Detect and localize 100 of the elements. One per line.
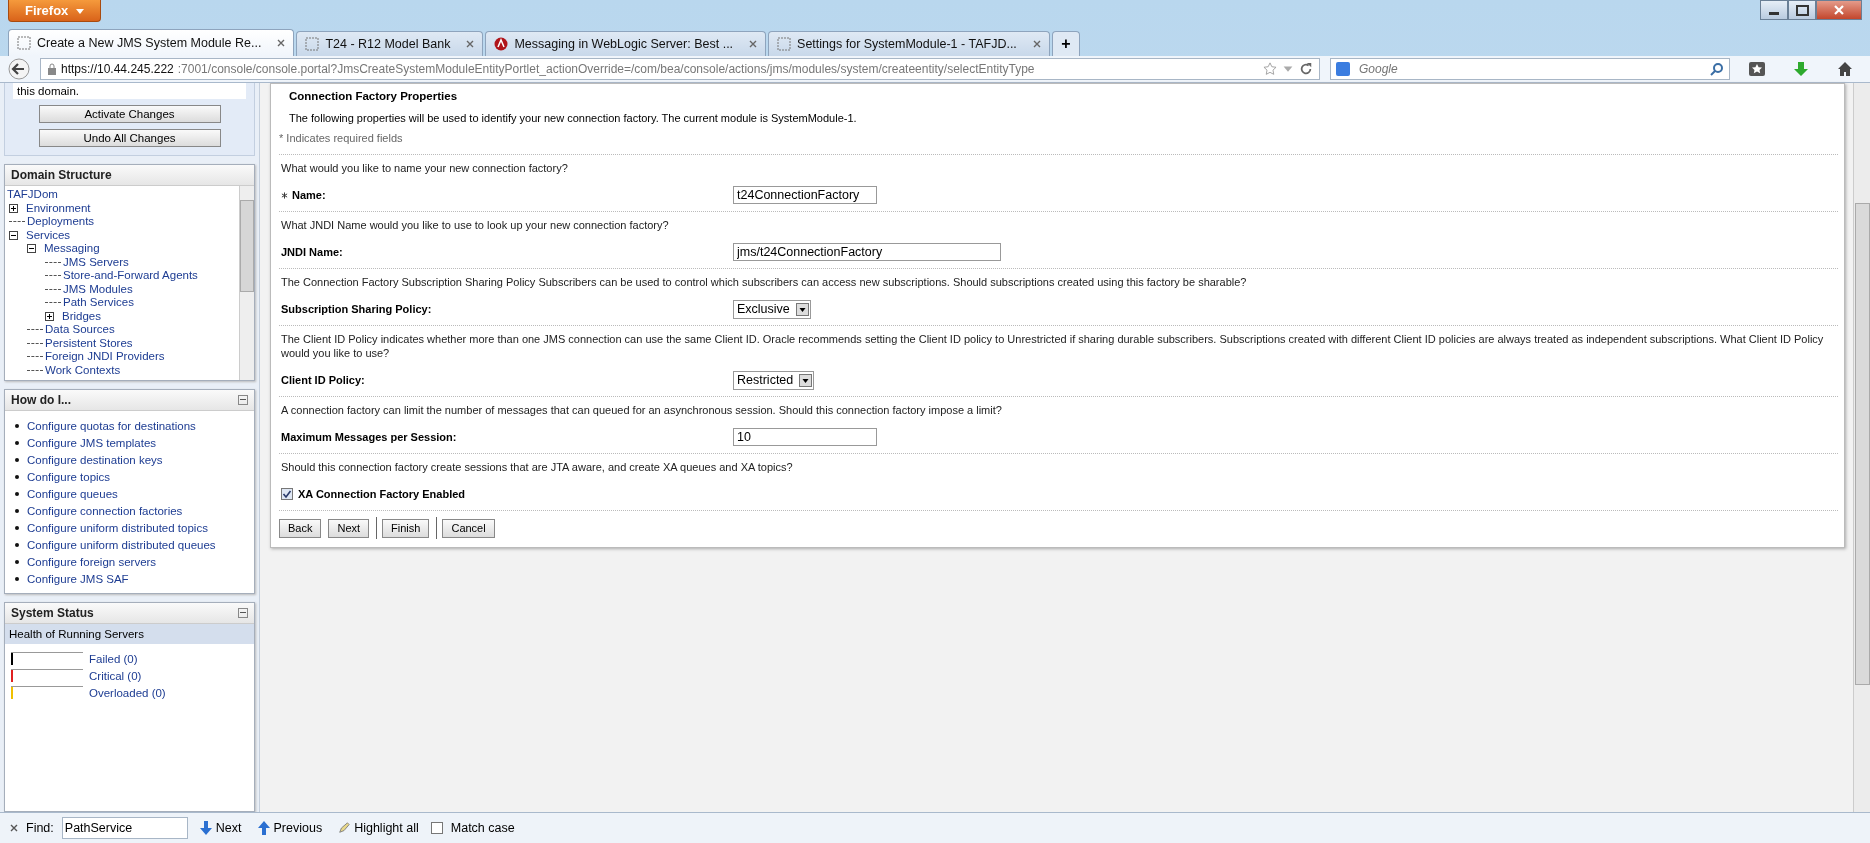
- address-bar[interactable]: https://10.44.245.222 :7001/console/console.portal?JmsCreateSystemModuleEntityPortlet_actionOverride=/com/bea/console/actions/jms/modules/system/createentity/selectEntityType: [40, 58, 1320, 80]
- star-icon[interactable]: [1263, 62, 1277, 76]
- field-label: XA Connection Factory Enabled: [298, 488, 466, 500]
- close-tab-icon[interactable]: [1032, 40, 1041, 48]
- checkbox[interactable]: [281, 488, 293, 500]
- arrow-up-icon: [257, 821, 270, 835]
- maximize-button[interactable]: [1788, 0, 1816, 20]
- tree-item[interactable]: Deployments: [27, 215, 95, 229]
- close-button[interactable]: [1816, 0, 1862, 20]
- find-field[interactable]: PathService: [61, 817, 188, 839]
- help-link[interactable]: Configure JMS templates: [27, 436, 157, 449]
- back-icon[interactable]: [8, 58, 30, 80]
- minimize-button[interactable]: [1760, 0, 1788, 20]
- tree-item[interactable]: Store-and-Forward Agents: [63, 269, 198, 283]
- tree-item[interactable]: Environment: [26, 201, 91, 215]
- page-icon: [777, 37, 792, 51]
- bullet-icon: [15, 508, 19, 513]
- tree-item[interactable]: TAFJDom: [7, 188, 58, 200]
- close-tab-icon[interactable]: [466, 40, 475, 48]
- field-label: JNDI Name:: [281, 246, 343, 258]
- text-field[interactable]: jms/t24ConnectionFactory: [733, 243, 1001, 261]
- tree-item[interactable]: Bridges: [62, 309, 101, 323]
- tree-toggle-icon[interactable]: [27, 244, 36, 254]
- help-link[interactable]: Configure destination keys: [27, 453, 163, 466]
- form-button[interactable]: Cancel: [442, 518, 495, 538]
- form-title: Connection Factory Properties: [288, 89, 459, 102]
- close-icon[interactable]: [10, 824, 18, 832]
- browser-tab[interactable]: Messaging in WebLogic Server: Best ...: [485, 31, 767, 56]
- search-field[interactable]: Google: [1330, 58, 1730, 80]
- dropdown[interactable]: Restricted: [733, 370, 815, 390]
- caret-icon: [799, 373, 813, 387]
- new-tab-button[interactable]: +: [1051, 31, 1080, 56]
- pen-icon: [338, 821, 351, 835]
- bullet-icon: [15, 474, 19, 479]
- home-icon[interactable]: [1836, 61, 1854, 77]
- collapse-icon[interactable]: [238, 608, 248, 618]
- bookmarks-icon[interactable]: [1748, 61, 1766, 77]
- bullet-icon: [15, 491, 19, 496]
- tree-item[interactable]: Data Sources: [45, 323, 115, 337]
- field-label: Name:: [292, 189, 326, 201]
- tree-item[interactable]: Persistent Stores: [45, 336, 133, 350]
- browser-tab[interactable]: Settings for SystemModule-1 - TAFJD...: [768, 31, 1050, 56]
- close-tab-icon[interactable]: [277, 39, 286, 47]
- bullet-icon: [15, 457, 19, 462]
- health-link[interactable]: Critical (0): [89, 669, 142, 682]
- help-link[interactable]: Configure queues: [27, 487, 118, 500]
- highlight-all-button[interactable]: Highlight all: [334, 821, 423, 835]
- help-link[interactable]: Configure uniform distributed topics: [27, 521, 208, 534]
- page-scrollbar[interactable]: [1853, 83, 1870, 812]
- checkbox[interactable]: [430, 822, 443, 834]
- help-link[interactable]: Configure JMS SAF: [27, 572, 129, 585]
- help-link[interactable]: Configure quotas for destinations: [27, 419, 196, 432]
- form-button[interactable]: Back: [279, 518, 322, 538]
- change-button[interactable]: Activate Changes: [38, 105, 221, 123]
- tree-toggle-icon[interactable]: [9, 230, 18, 240]
- reload-icon[interactable]: [1299, 62, 1313, 76]
- change-button[interactable]: Undo All Changes: [38, 129, 221, 147]
- search-icon[interactable]: [1710, 62, 1724, 76]
- form-button[interactable]: Finish: [382, 518, 430, 538]
- dropdown[interactable]: Exclusive: [733, 299, 811, 319]
- tree-item[interactable]: JMS Modules: [63, 282, 133, 296]
- tree-item[interactable]: JMS Servers: [63, 255, 129, 269]
- close-tab-icon[interactable]: [749, 40, 758, 48]
- help-link[interactable]: Configure connection factories: [27, 504, 183, 517]
- tree-item[interactable]: Path Services: [63, 296, 134, 310]
- health-link[interactable]: Overloaded (0): [89, 686, 166, 699]
- tree-item[interactable]: Foreign JNDI Providers: [45, 350, 165, 364]
- field-label: Client ID Policy:: [281, 374, 365, 386]
- download-icon[interactable]: [1792, 61, 1810, 77]
- tree-toggle-icon[interactable]: [9, 203, 18, 213]
- previous-button[interactable]: Previous: [253, 821, 327, 835]
- panel-title: Domain Structure: [5, 165, 254, 186]
- browser-tab[interactable]: T24 - R12 Model Bank: [296, 31, 484, 56]
- collapse-icon[interactable]: [238, 395, 248, 405]
- text-field[interactable]: t24ConnectionFactory: [733, 186, 877, 204]
- page-icon: [17, 36, 31, 50]
- tree-item[interactable]: Messaging: [44, 242, 100, 256]
- bullet-icon: [15, 423, 19, 428]
- bullet-icon: [15, 542, 19, 547]
- question-text: What would you like to name your new connection factory?: [281, 161, 569, 175]
- match-case-label: Match case: [450, 821, 515, 835]
- help-link[interactable]: Configure foreign servers: [27, 555, 157, 568]
- required-note: * Indicates required fields: [279, 130, 1838, 155]
- text-field[interactable]: 10: [733, 428, 877, 446]
- next-button[interactable]: Next: [195, 821, 246, 835]
- scrollbar[interactable]: [239, 186, 254, 380]
- help-link[interactable]: Configure topics: [27, 470, 111, 483]
- help-link[interactable]: Configure uniform distributed queues: [27, 538, 216, 551]
- required-icon: [281, 192, 288, 199]
- tree-toggle-icon[interactable]: [45, 311, 54, 321]
- lock-icon: [47, 63, 57, 75]
- browser-tab[interactable]: Create a New JMS System Module Re...: [8, 29, 295, 56]
- form-button[interactable]: Next: [328, 518, 370, 538]
- panel-title: System Status: [11, 606, 94, 620]
- question-text: What JNDI Name would you like to use to look up your new connection factory?: [281, 218, 670, 232]
- tree-item[interactable]: Services: [26, 228, 71, 242]
- question-text: The Connection Factory Subscription Sharing Policy Subscribers can be used to control which subscribers can access new subscriptions. Should subscriptions created using this factory be sharable?: [281, 275, 1248, 289]
- tree-item[interactable]: Work Contexts: [45, 363, 121, 377]
- health-link[interactable]: Failed (0): [89, 652, 138, 665]
- logo-icon: [494, 37, 509, 51]
